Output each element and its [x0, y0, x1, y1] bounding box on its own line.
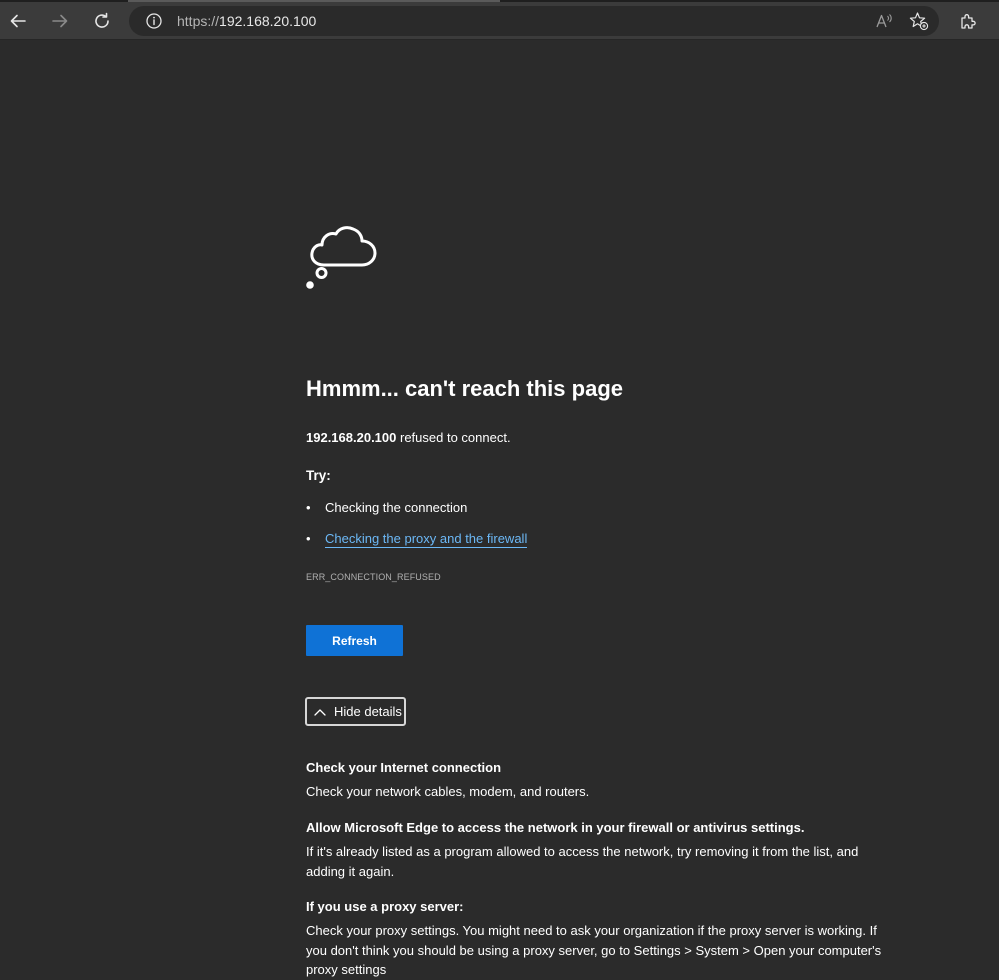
extensions-button[interactable]	[953, 6, 983, 36]
url-scheme: https://	[177, 13, 220, 29]
suggestion-text: Checking the connection	[325, 500, 468, 515]
try-label: Try:	[306, 468, 331, 483]
bullet-dot: •	[306, 500, 311, 515]
details-title-proxy: If you use a proxy server:	[306, 899, 464, 914]
refused-text: refused to connect.	[396, 430, 511, 445]
read-aloud-button[interactable]	[874, 11, 894, 31]
forward-arrow-icon	[52, 14, 68, 28]
page-title: Hmmm... can't reach this page	[306, 376, 623, 401]
reload-button[interactable]	[87, 6, 117, 36]
url-text[interactable]: https://192.168.20.100	[177, 13, 316, 29]
info-icon	[146, 13, 162, 29]
details-title-internet: Check your Internet connection	[306, 760, 502, 775]
chevron-up-icon	[314, 708, 326, 716]
refresh-button[interactable]: Refresh	[306, 625, 403, 656]
url-host: 192.168.20.100	[219, 13, 317, 29]
bullet-dot: •	[306, 531, 311, 546]
back-arrow-icon	[10, 14, 26, 28]
thought-cloud-icon	[306, 226, 377, 289]
read-aloud-icon	[876, 14, 892, 28]
address-bar[interactable]: https://192.168.20.100	[129, 6, 939, 36]
forward-button[interactable]	[45, 6, 75, 36]
reload-icon	[95, 12, 109, 28]
details-body-proxy: Check your proxy settings. You might nee…	[306, 923, 882, 977]
proxy-firewall-link[interactable]: Checking the proxy and the firewall	[325, 531, 528, 548]
details-body-internet: Check your network cables, modem, and ro…	[306, 784, 590, 799]
details-title-firewall: Allow Microsoft Edge to access the netwo…	[306, 820, 805, 835]
hide-details-button[interactable]: Hide details	[305, 697, 406, 726]
details-body-firewall: If it's already listed as a program allo…	[306, 844, 859, 879]
back-button[interactable]	[3, 6, 33, 36]
error-code: ERR_CONNECTION_REFUSED	[306, 572, 441, 582]
hide-details-label: Hide details	[334, 704, 402, 719]
add-favorite-button[interactable]	[909, 11, 929, 31]
add-favorite-icon	[909, 12, 929, 31]
site-info-button[interactable]	[145, 12, 163, 30]
extensions-icon	[961, 14, 976, 29]
refused-message: 192.168.20.100 refused to connect.	[306, 430, 511, 445]
refused-host: 192.168.20.100	[306, 430, 397, 445]
browser-toolbar: https://192.168.20.100	[0, 2, 999, 40]
